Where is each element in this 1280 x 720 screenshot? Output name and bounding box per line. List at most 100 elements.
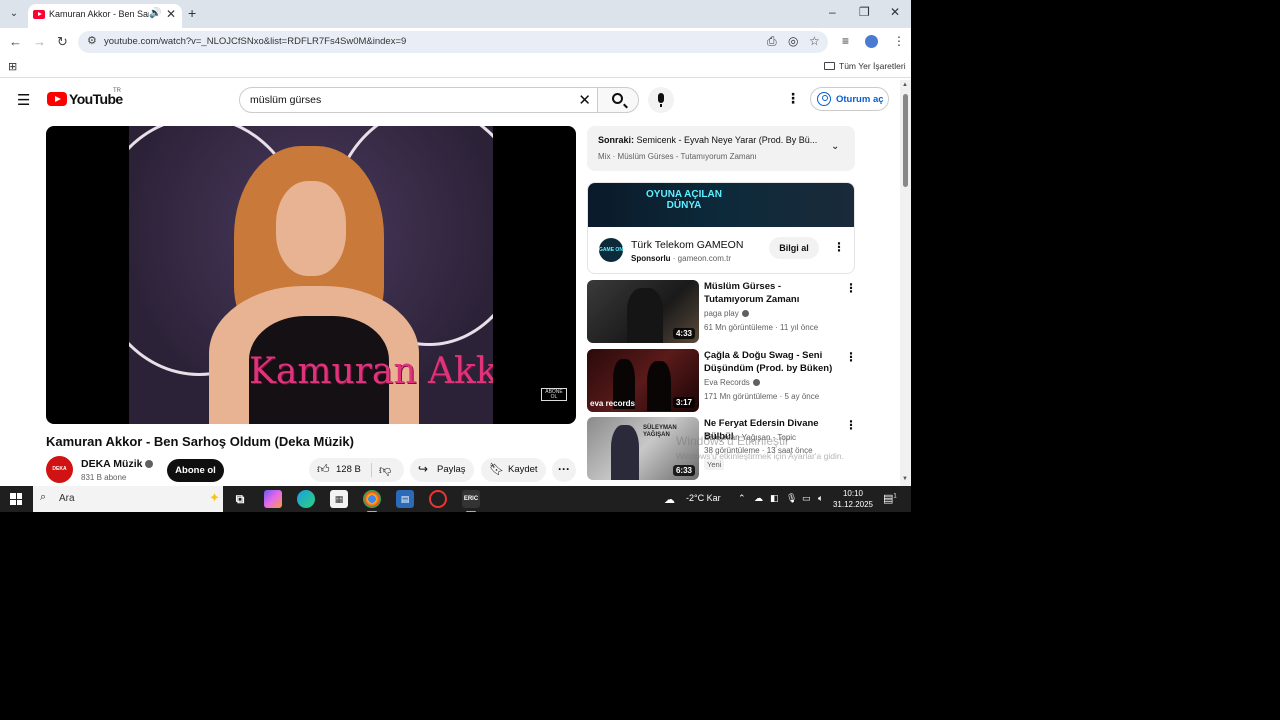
subscribe-watermark[interactable]: ABONE OL [541, 388, 567, 401]
volume-icon[interactable]: 🔈︎ [818, 493, 823, 504]
copilot-icon[interactable] [264, 490, 282, 508]
weather-text[interactable]: -2°C Kar [686, 493, 721, 503]
meet-now-icon[interactable]: ◧ [770, 493, 779, 504]
recommendation-channel: Eva Records [704, 378, 760, 387]
clear-search-icon[interactable]: ✕ [578, 91, 591, 109]
subscribe-button[interactable]: Abone ol [167, 459, 224, 482]
url-text: youtube.com/watch?v=_NLOJCfSNxo&list=RDF… [104, 36, 407, 47]
playlist-icon[interactable]: ≡ [842, 34, 849, 48]
thumb-figure [627, 288, 663, 343]
up-next-title: Semicenk - Eyvah Neye Yarar (Prod. By Bü… [636, 135, 818, 145]
ad-learn-more-button[interactable]: Bilgi al [769, 237, 819, 259]
folder-icon [824, 62, 835, 70]
notification-center-icon[interactable]: ▤1 [883, 492, 897, 505]
back-icon[interactable]: ← [9, 34, 22, 49]
channel-name[interactable]: DEKA Müzik [81, 458, 154, 470]
ad-more-icon[interactable]: ⋮ [833, 240, 845, 254]
profile-avatar[interactable] [865, 35, 878, 48]
windows-taskbar: ⌕ Ara ✦ ⧉ ▦ ▤ ERIC ☁ -2°C Kar ⌃ ☁ ◧ 🎙︎ ▭… [0, 486, 911, 512]
taskbar-search-input[interactable]: ⌕ Ara ✦ [33, 486, 223, 512]
like-count[interactable]: 128 B [336, 464, 361, 475]
recommendation-more-icon[interactable]: ⋮ [845, 350, 857, 364]
ad-name[interactable]: Türk Telekom GAMEON [631, 239, 743, 251]
ad-logo[interactable]: GAME ON [599, 238, 623, 262]
scrollbar-thumb[interactable] [903, 94, 908, 187]
account-icon [817, 92, 831, 106]
verified-icon [741, 310, 749, 317]
address-bar[interactable]: ⚙ youtube.com/watch?v=_NLOJCfSNxo&list=R… [78, 31, 828, 53]
ad-banner[interactable]: OYUNA AÇILAN DÜNYA [588, 183, 854, 227]
recommendation-more-icon[interactable]: ⋮ [845, 281, 857, 295]
page-scrollbar[interactable]: ▲ ▼ [900, 80, 911, 486]
calculator-icon[interactable]: ▤ [396, 490, 414, 508]
save-button[interactable]: 🔖︎ Kaydet [481, 458, 546, 482]
share-button[interactable]: ↪ Paylaş [410, 458, 474, 482]
recommendation-item[interactable]: SÜLEYMAN YAĞIŞAN 6:33 Ne Feryat Edersin … [587, 417, 857, 481]
country-code: TR [113, 88, 121, 94]
browser-menu-icon[interactable]: ⋮ [893, 34, 905, 48]
settings-more-icon[interactable]: ⋮ [786, 90, 800, 107]
tab-search-chevron-icon[interactable]: ⌄ [6, 6, 22, 22]
search-input[interactable]: müslüm gürses ✕ [239, 87, 598, 113]
chevron-down-icon[interactable]: ⌄ [831, 141, 839, 152]
network-icon[interactable]: ▭ [802, 493, 811, 504]
up-next-line: Sonraki: Semicenk - Eyvah Neye Yarar (Pr… [598, 135, 823, 145]
all-bookmarks[interactable]: Tüm Yer İşaretleri [824, 61, 906, 71]
bookmark-star-icon[interactable]: ☆ [809, 34, 820, 48]
like-thumb-icon[interactable]: 👍︎ [317, 462, 330, 477]
scroll-up-arrow-icon[interactable]: ▲ [902, 82, 908, 88]
notification-count: 1 [893, 493, 897, 500]
recommendation-thumbnail[interactable]: 4:33 [587, 280, 699, 343]
install-app-icon[interactable]: ⎙ [767, 34, 777, 49]
recommendation-title[interactable]: Müslüm Gürses - Tutamıyorum Zamanı [704, 280, 839, 306]
apps-grid-icon[interactable]: ⊞ [8, 60, 17, 73]
browser-tab[interactable]: Kamuran Akkor - Ben Sarh 🔊 ✕ [28, 4, 182, 28]
like-dislike-bar: 👍︎ 128 B 👎︎ [309, 458, 404, 482]
recommendation-thumbnail[interactable]: SÜLEYMAN YAĞIŞAN 6:33 [587, 417, 699, 480]
recorder-app-icon[interactable] [429, 490, 447, 508]
reload-icon[interactable]: ↻ [57, 34, 68, 50]
channel-avatar[interactable]: DEKA Müzik [46, 456, 73, 483]
site-info-icon[interactable]: ⚙ [87, 34, 97, 47]
recommendation-thumbnail[interactable]: eva records 3:17 [587, 349, 699, 412]
recommendation-channel-label[interactable]: paga play [704, 309, 739, 318]
microsoft-store-icon[interactable]: ▦ [330, 490, 348, 508]
eric-app-icon[interactable]: ERIC [462, 490, 480, 512]
microphone-icon[interactable]: 🎙︎ [786, 493, 797, 504]
recommendation-title[interactable]: Çağla & Doğu Swag - Seni Düşündüm (Prod.… [704, 349, 839, 375]
up-next-panel[interactable]: Sonraki: Semicenk - Eyvah Neye Yarar (Pr… [587, 126, 855, 171]
more-actions-icon[interactable]: ··· [552, 458, 576, 482]
recommendation-meta: 61 Mn görüntüleme · 11 yıl önce [704, 323, 819, 332]
scroll-down-arrow-icon[interactable]: ▼ [902, 476, 908, 482]
recommendation-more-icon[interactable]: ⋮ [845, 418, 857, 432]
edge-browser-icon[interactable] [297, 490, 315, 508]
windows-start-icon[interactable] [10, 493, 22, 505]
speaker-icon[interactable]: 🔊 [149, 8, 161, 19]
ad-sponsored-label: Sponsorlu [631, 254, 671, 263]
recommendation-item[interactable]: 4:33 Müslüm Gürses - Tutamıyorum Zamanı … [587, 280, 857, 344]
close-window-icon[interactable]: ✕ [890, 5, 900, 19]
onedrive-cloud-icon[interactable]: ☁ [754, 493, 763, 504]
search-button[interactable] [597, 87, 639, 113]
video-player[interactable]: Kamuran Akkor ABONE OL [46, 126, 576, 424]
recommendation-channel-label[interactable]: Eva Records [704, 378, 750, 387]
task-view-icon[interactable]: ⧉ [231, 490, 249, 508]
youtube-favicon-icon [33, 10, 45, 19]
system-clock[interactable]: 10:10 31.12.2025 [831, 488, 875, 510]
sign-in-label: Oturum aç [836, 94, 884, 105]
hide-eye-icon[interactable]: ◎ [788, 34, 798, 48]
recommendation-item[interactable]: eva records 3:17 Çağla & Doğu Swag - Sen… [587, 349, 857, 413]
menu-hamburger-icon[interactable]: ☰ [17, 91, 30, 109]
sponsored-ad[interactable]: OYUNA AÇILAN DÜNYA GAME ON Türk Telekom … [587, 182, 855, 274]
forward-icon[interactable]: → [33, 34, 46, 49]
new-tab-icon[interactable]: + [188, 5, 196, 21]
dislike-thumb-icon[interactable]: 👎︎ [379, 463, 391, 478]
weather-cloud-icon[interactable]: ☁ [664, 493, 675, 506]
chrome-browser-icon[interactable] [363, 490, 381, 512]
maximize-icon[interactable]: ❐ [859, 5, 870, 19]
close-tab-icon[interactable]: ✕ [166, 7, 176, 21]
minimize-icon[interactable]: – [829, 5, 836, 19]
sign-in-button[interactable]: Oturum aç [810, 87, 889, 111]
voice-search-mic-icon[interactable] [648, 87, 674, 113]
show-hidden-icons-chevron-icon[interactable]: ⌃ [738, 493, 746, 504]
